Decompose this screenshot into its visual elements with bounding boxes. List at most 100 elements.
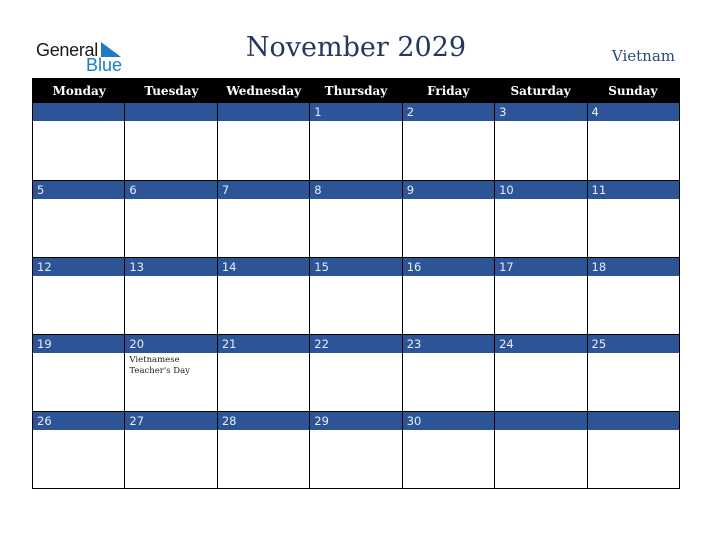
- day-cell[interactable]: 22: [309, 335, 402, 411]
- day-cell[interactable]: 18: [586, 258, 679, 334]
- holiday-event: Vietnamese Teacher's Day: [129, 355, 190, 376]
- date-number: 16: [402, 258, 495, 276]
- date-number: 27: [125, 412, 217, 430]
- calendar-grid: Monday Tuesday Wednesday Thursday Friday…: [32, 78, 680, 489]
- day-cell[interactable]: [33, 103, 125, 180]
- date-number: 26: [33, 412, 125, 430]
- day-cell[interactable]: 10: [494, 181, 587, 257]
- holiday-event: [125, 276, 199, 278]
- day-cell[interactable]: 13: [124, 258, 217, 334]
- week-row: 1234: [33, 103, 679, 180]
- date-number: [125, 103, 217, 121]
- date-number: 24: [495, 335, 587, 353]
- date-number: 28: [217, 412, 310, 430]
- weekday-monday: Monday: [52, 84, 106, 98]
- date-number: 22: [310, 335, 402, 353]
- day-cell[interactable]: 7: [216, 181, 310, 257]
- date-number: [217, 103, 310, 121]
- day-cell[interactable]: 5: [33, 181, 125, 257]
- holiday-event: [495, 353, 569, 355]
- date-number: 18: [587, 258, 679, 276]
- holiday-event: [495, 430, 569, 432]
- day-cell[interactable]: 16: [401, 258, 495, 334]
- day-cell[interactable]: 8: [309, 181, 402, 257]
- day-cell[interactable]: 9: [401, 181, 495, 257]
- day-cell[interactable]: [586, 412, 679, 488]
- date-number: 8: [310, 181, 402, 199]
- holiday-event: [403, 276, 477, 278]
- day-cell[interactable]: [216, 103, 310, 180]
- day-cell[interactable]: 24: [494, 335, 587, 411]
- date-number: [33, 103, 125, 121]
- holiday-event: [588, 276, 662, 278]
- day-cell[interactable]: 27: [124, 412, 217, 488]
- day-cell[interactable]: 4: [586, 103, 679, 180]
- week-row: 26 27 28 29 30: [33, 411, 679, 488]
- weekday-tuesday: Tuesday: [144, 84, 199, 98]
- holiday-event: [33, 276, 107, 278]
- day-cell[interactable]: 23: [401, 335, 495, 411]
- holiday-event: [403, 199, 477, 201]
- date-number: 6: [125, 181, 217, 199]
- date-number: 12: [33, 258, 125, 276]
- date-number: 4: [587, 103, 679, 121]
- date-number: 3: [495, 103, 587, 121]
- holiday-event: [218, 121, 292, 123]
- weekday-wednesday: Wednesday: [226, 84, 302, 98]
- day-cell[interactable]: 29: [309, 412, 402, 488]
- date-number: 15: [310, 258, 402, 276]
- date-number: 14: [217, 258, 310, 276]
- day-cell[interactable]: 28: [216, 412, 310, 488]
- holiday-event: [218, 353, 292, 355]
- day-cell[interactable]: 19: [33, 335, 125, 411]
- holiday-event: [125, 199, 199, 201]
- holiday-event: [495, 121, 569, 123]
- date-number: 13: [125, 258, 217, 276]
- day-cell[interactable]: 17: [494, 258, 587, 334]
- day-cell[interactable]: [494, 412, 587, 488]
- date-number: 17: [495, 258, 587, 276]
- holiday-event: [218, 199, 292, 201]
- day-cell[interactable]: 15: [309, 258, 402, 334]
- day-cell[interactable]: 11: [586, 181, 679, 257]
- holiday-event: [310, 276, 384, 278]
- country-label: Vietnam: [611, 47, 675, 65]
- day-cell[interactable]: [124, 103, 217, 180]
- date-number: 21: [217, 335, 310, 353]
- day-cell[interactable]: 12: [33, 258, 125, 334]
- weekday-saturday: Saturday: [510, 84, 571, 98]
- date-number: 9: [402, 181, 495, 199]
- holiday-event: [125, 430, 199, 432]
- holiday-event: [495, 276, 569, 278]
- holiday-event: [310, 430, 384, 432]
- date-number: 2: [402, 103, 495, 121]
- holiday-event: [588, 353, 662, 355]
- day-cell[interactable]: 26: [33, 412, 125, 488]
- holiday-event: [125, 121, 199, 123]
- day-cell[interactable]: 14: [216, 258, 310, 334]
- holiday-event: [218, 276, 292, 278]
- day-cell[interactable]: 3: [494, 103, 587, 180]
- week-row: 19 20 Vietnamese Teacher's Day 21 22 23 24 25: [33, 334, 679, 411]
- date-number: 19: [33, 335, 125, 353]
- holiday-event: [403, 353, 477, 355]
- date-number: 1: [310, 103, 402, 121]
- date-number: 20: [125, 335, 217, 353]
- holiday-event: [588, 121, 662, 123]
- date-number: 29: [310, 412, 402, 430]
- date-number: 30: [402, 412, 495, 430]
- date-number: 25: [587, 335, 679, 353]
- date-number: 11: [587, 181, 679, 199]
- weekday-thursday: Thursday: [324, 84, 388, 98]
- holiday-event: [218, 430, 292, 432]
- day-cell[interactable]: 30: [401, 412, 495, 488]
- date-number: 23: [402, 335, 495, 353]
- day-cell[interactable]: 21: [216, 335, 310, 411]
- day-cell[interactable]: 25: [586, 335, 679, 411]
- day-cell[interactable]: 20 Vietnamese Teacher's Day: [124, 335, 217, 411]
- week-row: 12 13 14 15 16 17 18: [33, 257, 679, 334]
- day-cell[interactable]: 6: [124, 181, 217, 257]
- day-cell[interactable]: 1: [309, 103, 402, 180]
- day-cell[interactable]: 2: [401, 103, 495, 180]
- date-number: 5: [33, 181, 125, 199]
